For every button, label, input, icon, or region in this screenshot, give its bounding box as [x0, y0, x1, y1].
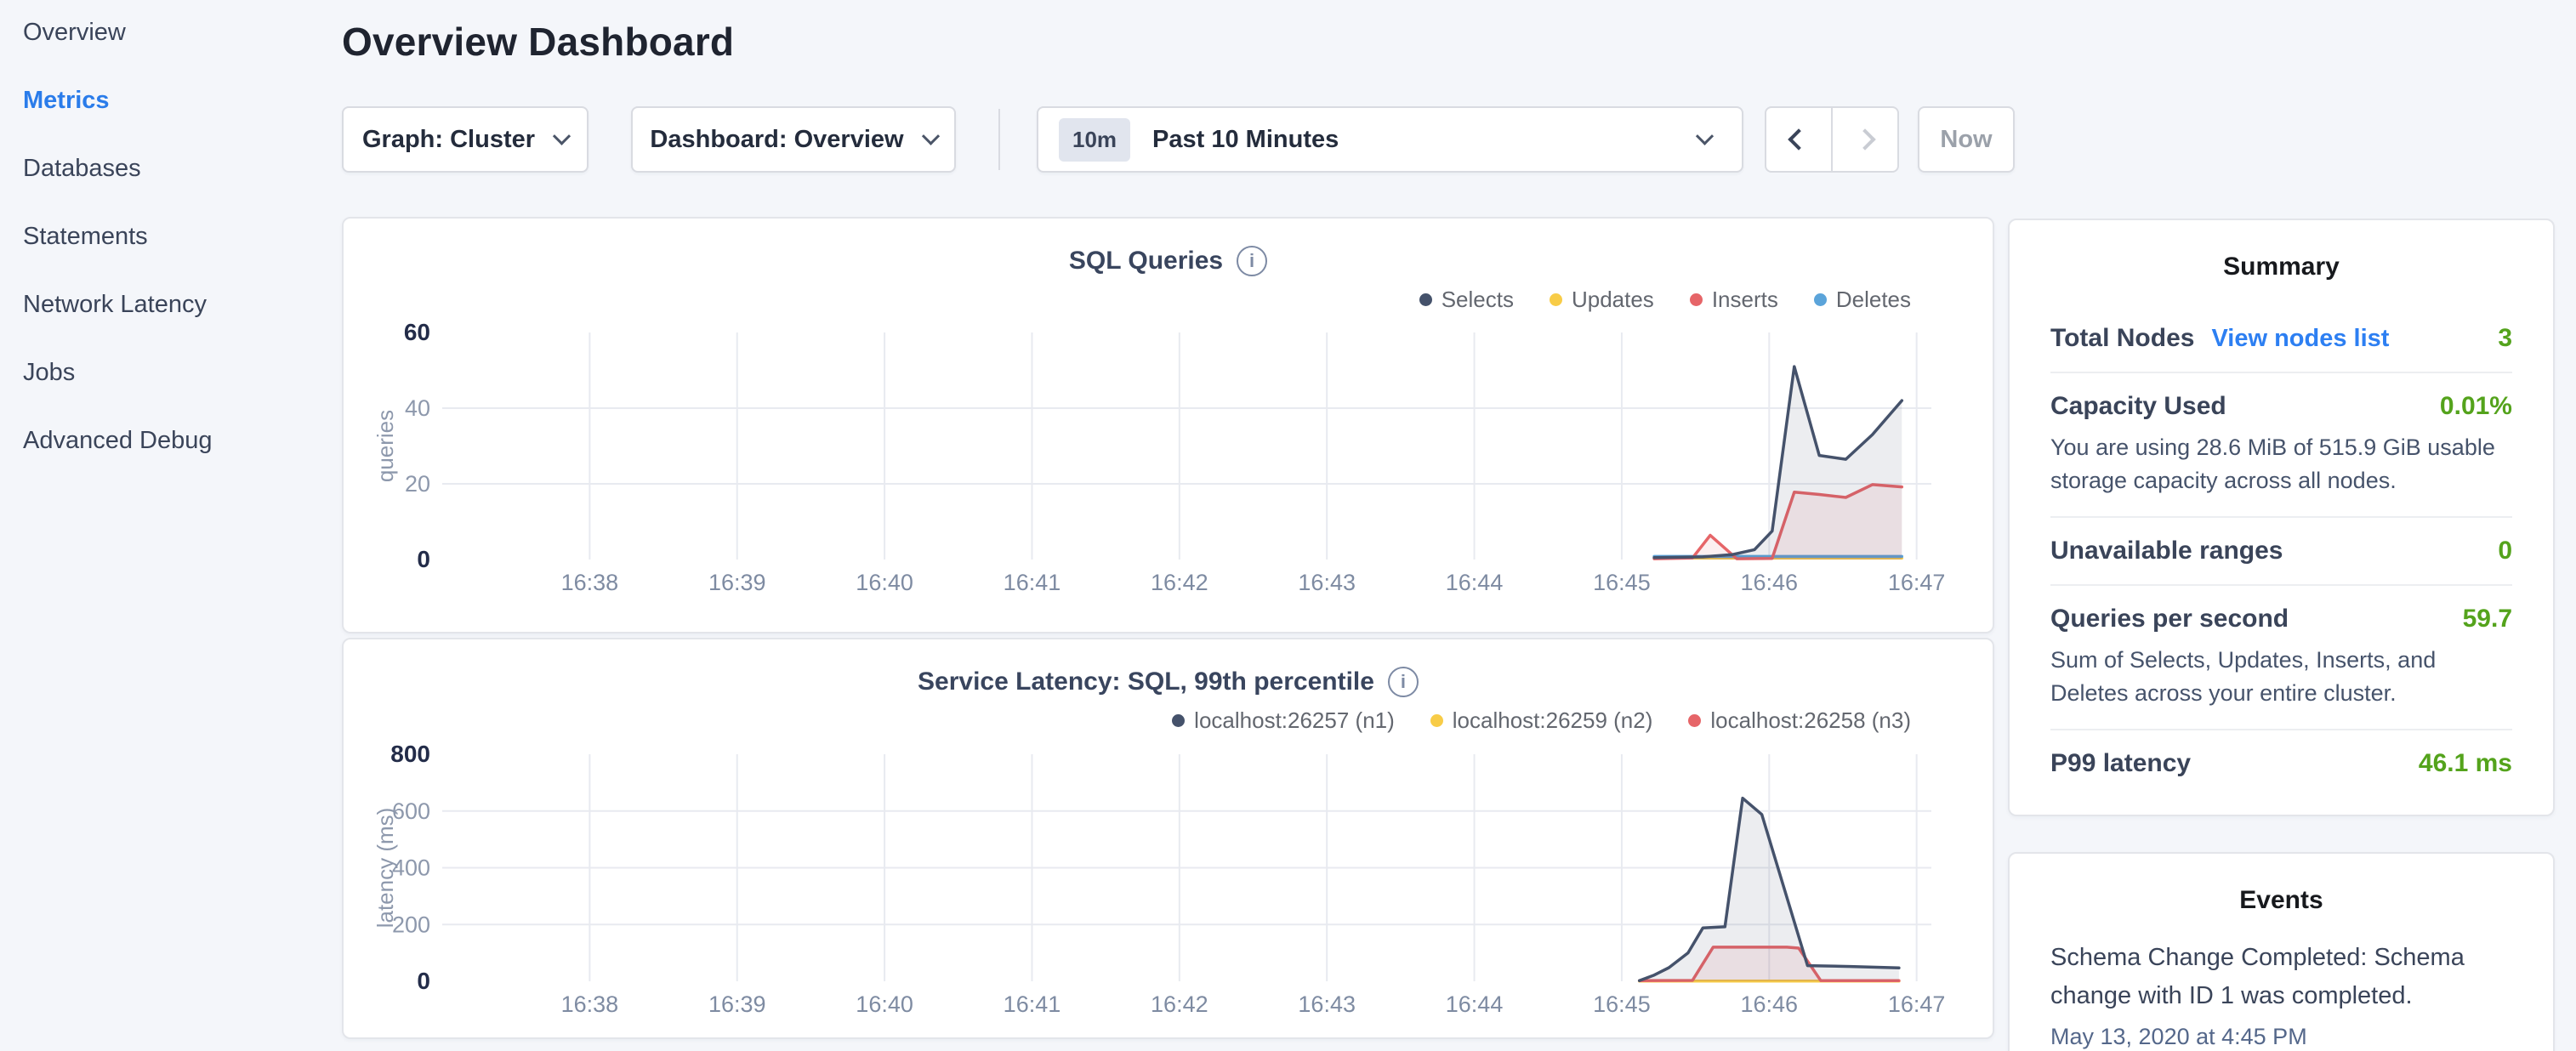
summary-title: Summary	[2050, 253, 2512, 281]
sidebar-item-network-latency[interactable]: Network Latency	[23, 291, 207, 319]
summary-label: Total Nodes	[2050, 324, 2194, 353]
summary-label: Queries per second	[2050, 605, 2289, 633]
svg-text:800: 800	[390, 741, 430, 767]
svg-text:16:40: 16:40	[856, 991, 913, 1017]
time-range-badge: 10m	[1059, 118, 1130, 162]
service-latency-chart-card: Service Latency: SQL, 99th percentile i …	[342, 638, 1994, 1039]
summary-panel: Summary Total Nodes View nodes list 3 Ca…	[2008, 219, 2555, 816]
service-latency-chart[interactable]: 16:38 16:39 16:40 16:41 16:42 16:43 16:44 16:45…	[344, 639, 1993, 1037]
svg-text:16:47: 16:47	[1888, 570, 1946, 595]
summary-value: 0.01%	[2440, 392, 2512, 421]
svg-text:16:43: 16:43	[1298, 570, 1356, 595]
svg-text:16:39: 16:39	[708, 991, 766, 1017]
svg-text:16:42: 16:42	[1151, 570, 1208, 595]
svg-text:latency (ms): latency (ms)	[372, 808, 398, 929]
svg-text:0: 0	[417, 968, 430, 994]
svg-text:16:47: 16:47	[1888, 991, 1946, 1017]
page-title: Overview Dashboard	[342, 19, 734, 65]
summary-label: P99 latency	[2050, 749, 2191, 778]
svg-text:16:40: 16:40	[856, 570, 913, 595]
view-nodes-list-link[interactable]: View nodes list	[2211, 325, 2389, 353]
graph-scope-dropdown-label: Graph: Cluster	[362, 126, 535, 154]
time-range-label: Past 10 Minutes	[1152, 126, 1698, 154]
svg-text:16:42: 16:42	[1151, 991, 1208, 1017]
chevron-down-icon	[553, 127, 571, 145]
sidebar: Overview Metrics Databases Statements Ne…	[0, 0, 340, 1051]
now-button[interactable]: Now	[1918, 106, 2015, 173]
svg-text:16:38: 16:38	[561, 570, 619, 595]
time-next-button[interactable]	[1831, 106, 1899, 173]
event-timestamp: May 13, 2020 at 4:45 PM	[2050, 1024, 2512, 1050]
sql-queries-chart-card: SQL Queries i SelectsUpdatesInsertsDelet…	[342, 217, 1994, 633]
svg-text:16:46: 16:46	[1741, 991, 1799, 1017]
svg-text:16:45: 16:45	[1593, 570, 1651, 595]
svg-text:queries: queries	[372, 410, 398, 482]
summary-value: 46.1 ms	[2419, 749, 2512, 778]
svg-text:16:44: 16:44	[1446, 570, 1504, 595]
events-title: Events	[2050, 886, 2512, 915]
summary-row-queries-per-second: Queries per second 59.7 Sum of Selects, …	[2050, 586, 2512, 730]
summary-description: You are using 28.6 MiB of 515.9 GiB usab…	[2050, 431, 2512, 497]
time-pager	[1765, 106, 1899, 173]
toolbar-divider	[998, 109, 1000, 170]
summary-value: 0	[2498, 537, 2512, 565]
chevron-down-icon	[921, 127, 939, 145]
svg-text:60: 60	[404, 319, 430, 345]
summary-label: Capacity Used	[2050, 392, 2226, 421]
svg-text:16:41: 16:41	[1004, 570, 1061, 595]
svg-text:16:41: 16:41	[1004, 991, 1061, 1017]
summary-row-capacity-used: Capacity Used 0.01% You are using 28.6 M…	[2050, 373, 2512, 518]
events-panel: Events Schema Change Completed: Schema c…	[2008, 852, 2555, 1051]
svg-text:40: 40	[405, 395, 430, 421]
summary-label: Unavailable ranges	[2050, 537, 2283, 565]
event-message: Schema Change Completed: Schema change w…	[2050, 939, 2512, 1015]
sidebar-item-overview[interactable]: Overview	[23, 19, 126, 47]
summary-value: 3	[2498, 324, 2512, 353]
dashboard-dropdown-label: Dashboard: Overview	[650, 126, 903, 154]
sidebar-item-metrics[interactable]: Metrics	[23, 87, 110, 115]
svg-text:16:45: 16:45	[1593, 991, 1651, 1017]
summary-value: 59.7	[2463, 605, 2512, 633]
summary-row-total-nodes: Total Nodes View nodes list 3	[2050, 305, 2512, 373]
dashboard-dropdown[interactable]: Dashboard: Overview	[631, 106, 956, 173]
svg-text:16:38: 16:38	[561, 991, 619, 1017]
svg-text:16:44: 16:44	[1446, 991, 1504, 1017]
svg-text:16:39: 16:39	[708, 570, 766, 595]
chevron-left-icon	[1788, 128, 1809, 150]
admin-console: Overview Metrics Databases Statements Ne…	[0, 0, 2576, 1051]
event-list-item[interactable]: Schema Change Completed: Schema change w…	[2050, 939, 2512, 1050]
graph-scope-dropdown[interactable]: Graph: Cluster	[342, 106, 589, 173]
sidebar-item-jobs[interactable]: Jobs	[23, 359, 75, 387]
sidebar-item-databases[interactable]: Databases	[23, 155, 141, 183]
summary-row-unavailable-ranges: Unavailable ranges 0	[2050, 518, 2512, 586]
svg-text:20: 20	[405, 471, 430, 497]
time-range-picker[interactable]: 10m Past 10 Minutes	[1037, 106, 1743, 173]
time-prev-button[interactable]	[1765, 106, 1833, 173]
sql-queries-chart[interactable]: 16:38 16:39 16:40 16:41 16:42 16:43 16:44 16:45…	[344, 219, 1993, 632]
sidebar-item-statements[interactable]: Statements	[23, 223, 148, 251]
chevron-right-icon	[1854, 128, 1875, 150]
svg-text:16:46: 16:46	[1741, 570, 1799, 595]
svg-text:0: 0	[417, 546, 430, 572]
summary-description: Sum of Selects, Updates, Inserts, and De…	[2050, 644, 2512, 710]
sidebar-item-advanced-debug[interactable]: Advanced Debug	[23, 427, 213, 455]
svg-text:16:43: 16:43	[1298, 991, 1356, 1017]
summary-row-p99-latency: P99 latency 46.1 ms	[2050, 730, 2512, 797]
chevron-down-icon	[1696, 127, 1714, 145]
